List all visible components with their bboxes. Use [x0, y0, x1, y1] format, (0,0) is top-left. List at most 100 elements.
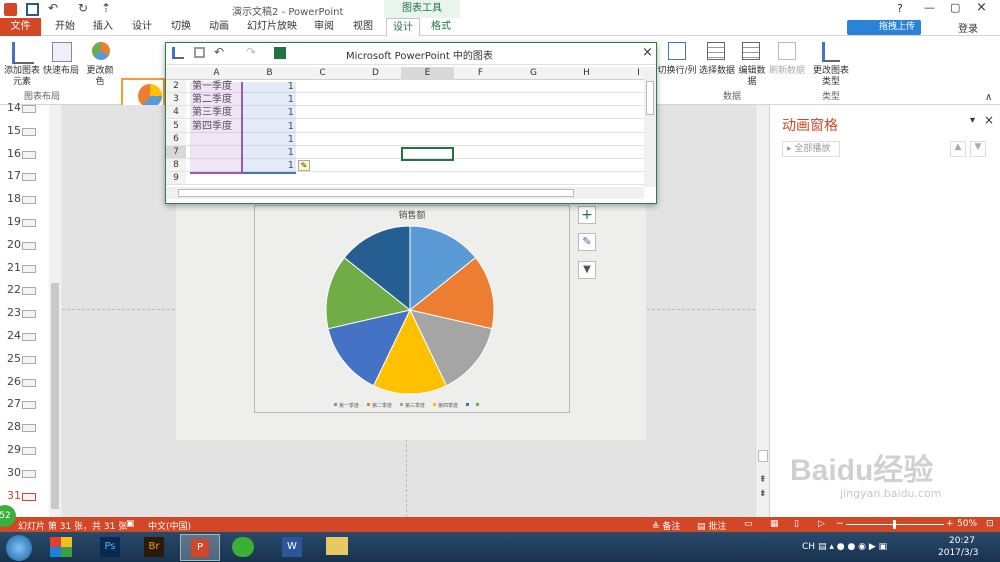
wechat-icon[interactable] [232, 537, 254, 557]
slide-thumbnail[interactable] [22, 264, 36, 273]
row-header[interactable]: 9 [166, 172, 186, 186]
ss-redo-icon[interactable]: ↷ [246, 45, 256, 59]
slide-thumbnail[interactable] [22, 173, 36, 182]
help-icon[interactable]: ? [897, 2, 903, 15]
tray-icons[interactable]: ▤ ▴ ● ● ◉ ▶ ▣ [818, 542, 887, 552]
slide-thumbnail[interactable] [22, 310, 36, 319]
change-colors-button[interactable]: 更改颜色 [84, 66, 116, 88]
slide-thumbnail[interactable] [22, 424, 36, 433]
slide-thumbnail[interactable] [22, 355, 36, 364]
row-header[interactable]: 4 [166, 106, 186, 120]
start-button[interactable] [6, 535, 32, 561]
slide-number[interactable]: 29 [3, 443, 21, 456]
explorer-icon[interactable] [326, 537, 348, 555]
row-header[interactable]: 5 [166, 119, 186, 133]
notification-badge[interactable]: 52 [0, 505, 16, 527]
chart-data-window[interactable]: ↶ ↷ Microsoft PowerPoint 中的图表 × ABCDEFGH… [165, 42, 657, 204]
slide-thumbnail[interactable] [22, 287, 36, 296]
slide-number[interactable]: 20 [3, 238, 21, 251]
column-header[interactable]: E [401, 67, 454, 80]
zoom-level[interactable]: 50% [957, 519, 977, 529]
collapse-ribbon-icon[interactable]: ∧ [985, 92, 992, 103]
column-header[interactable]: A [190, 67, 243, 80]
upload-button[interactable]: 拖拽上传 [847, 20, 921, 35]
slideshow-view-icon[interactable]: ▷ [818, 519, 825, 529]
tab-insert[interactable]: 插入 [88, 18, 118, 36]
slide-thumbnail[interactable] [22, 127, 36, 136]
change-chart-type-button[interactable]: 更改图表类型 [810, 66, 852, 88]
tab-file[interactable]: 文件 [0, 18, 41, 36]
row-header[interactable]: 2 [166, 80, 186, 93]
fit-slide-icon[interactable]: ⊡ [986, 519, 994, 529]
tab-animations[interactable]: 动画 [204, 18, 234, 36]
word-icon[interactable]: W [282, 537, 302, 557]
chart-elements-plus-icon[interactable]: + [578, 206, 596, 224]
canvas-scroll-thumb[interactable] [758, 450, 768, 462]
sorter-view-icon[interactable]: ▦ [770, 519, 779, 529]
clock-date[interactable]: 2017/3/3 [938, 548, 978, 558]
ss-hscroll[interactable] [166, 187, 644, 199]
slide-thumbnail[interactable] [22, 105, 36, 113]
tab-slideshow[interactable]: 幻灯片放映 [244, 18, 300, 36]
chart-styles-brush-icon[interactable]: ✎ [578, 233, 596, 251]
clock-time[interactable]: 20:27 [942, 536, 982, 546]
slides-scroll-thumb[interactable] [51, 283, 59, 509]
tab-chart-format[interactable]: 格式 [424, 18, 458, 36]
pane-options-icon[interactable]: ▾ [970, 115, 975, 126]
slide-number[interactable]: 16 [3, 147, 21, 160]
pane-close-icon[interactable]: × [984, 113, 994, 127]
zoom-thumb[interactable] [893, 520, 896, 529]
tab-home[interactable]: 开始 [50, 18, 80, 36]
close-icon[interactable]: × [976, 0, 987, 15]
slide-number[interactable]: 21 [3, 261, 21, 274]
edit-data-button[interactable]: 编辑数据 [736, 66, 768, 88]
column-header[interactable]: D [349, 67, 402, 80]
notes-button[interactable]: ≜ 备注 [652, 519, 680, 532]
slide-thumbnail[interactable] [22, 492, 36, 501]
column-header[interactable]: I [612, 67, 665, 80]
redo-icon[interactable]: ↻ [78, 1, 88, 15]
app-icon-color[interactable] [50, 537, 72, 557]
zoom-out-icon[interactable]: − [836, 519, 844, 529]
slide-number[interactable]: 19 [3, 215, 21, 228]
refresh-data-button[interactable]: 刷新数据 [767, 66, 807, 77]
slide-number[interactable]: 23 [3, 306, 21, 319]
ss-vscroll-thumb[interactable] [646, 81, 654, 115]
pie-chart[interactable]: 销售额 第一季度 第二季度 第三季度 第四季度 [254, 205, 570, 415]
quick-layout-button[interactable]: 快速布局 [42, 66, 80, 77]
prev-slide-icon[interactable]: ⇞ [759, 475, 767, 485]
column-header[interactable]: B [243, 67, 296, 80]
minimize-icon[interactable]: — [924, 1, 935, 14]
column-header[interactable]: F [454, 67, 507, 80]
slide-number[interactable]: 27 [3, 397, 21, 410]
slide-thumbnail[interactable] [22, 333, 36, 341]
login-link[interactable]: 登录 [958, 20, 978, 35]
undo-icon[interactable]: ↶ [48, 1, 58, 15]
powerpoint-task[interactable]: P [180, 534, 220, 561]
row-header[interactable]: 3 [166, 93, 186, 107]
spellcheck-icon[interactable]: ▣ [126, 519, 135, 529]
next-slide-icon[interactable]: ⇟ [759, 489, 767, 499]
slide-number[interactable]: 28 [3, 420, 21, 433]
ss-vscroll[interactable] [644, 67, 656, 187]
customize-qat-icon[interactable]: ⇡ [101, 1, 111, 15]
move-down-icon[interactable]: ▼ [970, 141, 986, 157]
row-header[interactable]: 8 [166, 159, 186, 173]
slide-thumbnail[interactable] [22, 469, 36, 478]
maximize-icon[interactable]: ▢ [950, 1, 960, 14]
slide-number[interactable]: 15 [3, 124, 21, 137]
tab-transitions[interactable]: 切换 [166, 18, 196, 36]
reading-view-icon[interactable]: ▯ [794, 519, 799, 529]
column-header[interactable]: G [507, 67, 560, 80]
slide-number[interactable]: 24 [3, 329, 21, 342]
language-status[interactable]: 中文(中国) [148, 519, 191, 532]
slide-number[interactable]: 14 [3, 101, 21, 114]
column-header[interactable]: C [296, 67, 349, 80]
tab-design[interactable]: 设计 [127, 18, 157, 36]
row-header[interactable]: 7 [166, 146, 186, 159]
slide-number[interactable]: 18 [3, 192, 21, 205]
chart-filter-icon[interactable]: ▼ [578, 261, 596, 279]
input-language[interactable]: CH [802, 542, 815, 552]
slide-thumbnail[interactable] [22, 378, 36, 387]
tab-chart-design[interactable]: 设计 [386, 18, 420, 36]
